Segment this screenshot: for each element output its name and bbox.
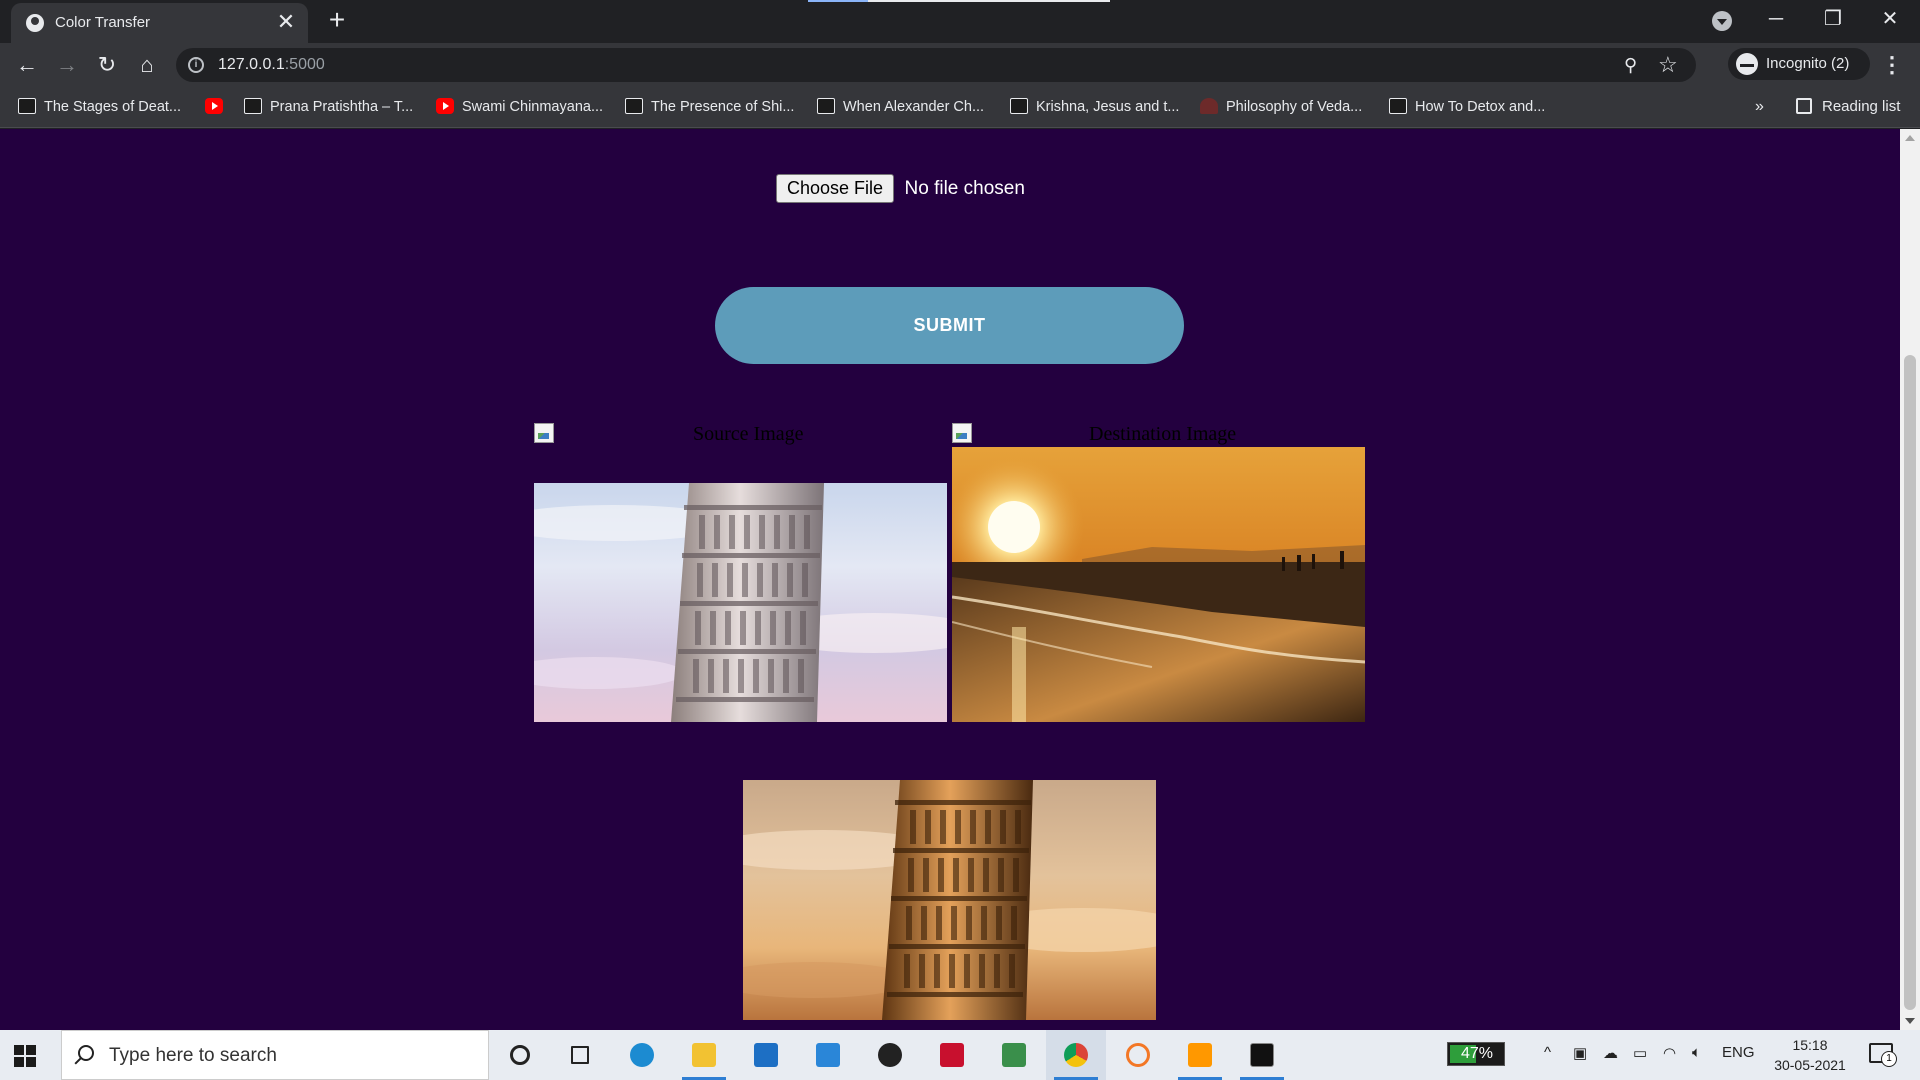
- close-tab-icon[interactable]: ✕: [274, 11, 298, 35]
- destination-image-placeholder: Destination Image: [952, 422, 1236, 446]
- windows-taskbar: Type here to search 47% ^ ▣ ☁ ▭ ◠ 🔈︎ ENG…: [0, 1030, 1920, 1080]
- result-tower-image: [743, 780, 1156, 1020]
- page-content: Choose File No file chosen SUBMIT Source…: [0, 129, 1900, 1030]
- address-bar[interactable]: i 127.0.0.1:5000 ⚲ ☆: [176, 48, 1696, 82]
- url-text[interactable]: 127.0.0.1:5000: [218, 56, 325, 74]
- taskbar-search-box[interactable]: Type here to search: [61, 1030, 489, 1080]
- tab-title: Color Transfer: [55, 14, 151, 31]
- battery-percent: 47%: [1460, 1045, 1494, 1062]
- reading-list-button[interactable]: Reading list: [1796, 95, 1900, 119]
- l-app-icon[interactable]: [798, 1030, 858, 1080]
- meet-now-icon[interactable]: ▣: [1573, 1044, 1587, 1062]
- broken-image-icon: [952, 423, 972, 443]
- terminal-icon[interactable]: [1232, 1030, 1292, 1080]
- broken-image-icon: [534, 423, 554, 443]
- scroll-thumb[interactable]: [1904, 355, 1916, 1010]
- battery-indicator[interactable]: 47%: [1447, 1042, 1505, 1066]
- volume-icon[interactable]: 🔈︎: [1692, 1044, 1701, 1061]
- file-input[interactable]: Choose File No file chosen: [776, 174, 1025, 204]
- home-button[interactable]: ⌂: [132, 50, 162, 80]
- mcafee-icon[interactable]: [922, 1030, 982, 1080]
- file-status: No file chosen: [904, 177, 1025, 199]
- window-close-button[interactable]: ✕: [1862, 0, 1918, 40]
- bookmarks-bar: The Stages of Deat... Prana Pratishtha –…: [0, 86, 1920, 128]
- minimize-button[interactable]: ─: [1748, 0, 1804, 40]
- bookmark-item[interactable]: The Presence of Shi...: [625, 95, 794, 119]
- more-bookmarks-chevron-icon[interactable]: »: [1755, 95, 1764, 119]
- notification-count: 1: [1881, 1051, 1897, 1067]
- tab-search-button[interactable]: [1712, 11, 1732, 31]
- submit-button[interactable]: SUBMIT: [715, 287, 1184, 364]
- zoom-icon[interactable]: ⚲: [1624, 55, 1644, 75]
- youtube-icon: [436, 98, 454, 114]
- scroll-down-arrow-icon[interactable]: [1905, 1018, 1915, 1024]
- browser-toolbar: ← → ↻ ⌂ i 127.0.0.1:5000 ⚲ ☆ Incognito (…: [0, 43, 1920, 86]
- tab-color-transfer[interactable]: Color Transfer ✕: [11, 3, 308, 43]
- search-placeholder: Type here to search: [109, 1045, 277, 1066]
- leaf-icon: [1200, 98, 1218, 114]
- restore-button[interactable]: ❐: [1805, 0, 1861, 40]
- reload-button[interactable]: ↻: [92, 50, 122, 80]
- snipping-tool-icon[interactable]: [984, 1030, 1044, 1080]
- scroll-up-arrow-icon[interactable]: [1905, 135, 1915, 141]
- sublime-text-icon[interactable]: [1170, 1030, 1230, 1080]
- incognito-icon: [1736, 53, 1758, 75]
- language-indicator[interactable]: ENG: [1722, 1044, 1755, 1061]
- bookmark-item[interactable]: Krishna, Jesus and t...: [1010, 95, 1179, 119]
- forward-button[interactable]: →: [52, 50, 82, 80]
- task-view-icon[interactable]: [550, 1030, 610, 1080]
- page-icon: [1010, 98, 1028, 114]
- loading-indicator: [808, 0, 1110, 2]
- incognito-label: Incognito (2): [1766, 55, 1850, 72]
- wifi-icon[interactable]: ◠: [1663, 1044, 1676, 1062]
- notifications-icon[interactable]: 1: [1869, 1043, 1897, 1067]
- page-icon: [18, 98, 36, 114]
- show-hidden-icons-icon[interactable]: ^: [1544, 1044, 1551, 1061]
- site-info-icon[interactable]: i: [188, 57, 204, 73]
- clock-time: 15:18: [1792, 1037, 1828, 1053]
- page-icon: [625, 98, 643, 114]
- page-icon: [244, 98, 262, 114]
- tab-strip: Color Transfer ✕ + ─ ❐ ✕: [0, 0, 1920, 43]
- choose-file-button[interactable]: Choose File: [776, 174, 895, 203]
- bookmark-item[interactable]: Swami Chinmayana...: [436, 95, 603, 119]
- search-icon: [78, 1045, 94, 1061]
- bookmark-item[interactable]: Philosophy of Veda...: [1200, 95, 1362, 119]
- onedrive-icon[interactable]: ☁: [1603, 1044, 1618, 1062]
- bookmark-item[interactable]: When Alexander Ch...: [817, 95, 984, 119]
- bookmark-item[interactable]: Prana Pratishtha – T...: [244, 95, 413, 119]
- edge-icon[interactable]: [612, 1030, 672, 1080]
- windows-start-icon[interactable]: [14, 1045, 36, 1067]
- bookmark-item[interactable]: The Stages of Deat...: [18, 95, 181, 119]
- bookmark-star-icon[interactable]: ☆: [1658, 52, 1682, 77]
- youtube-icon: [205, 98, 223, 114]
- bookmark-item[interactable]: How To Detox and...: [1389, 95, 1545, 119]
- globe-icon: [26, 14, 44, 32]
- xbox-icon[interactable]: [860, 1030, 920, 1080]
- chrome-icon[interactable]: [1046, 1030, 1106, 1080]
- new-tab-button[interactable]: +: [322, 6, 352, 36]
- clock[interactable]: 15:18 30-05-2021: [1765, 1035, 1855, 1075]
- incognito-profile-button[interactable]: Incognito (2): [1728, 48, 1870, 80]
- bookmark-item[interactable]: [205, 95, 231, 119]
- mail-icon[interactable]: [736, 1030, 796, 1080]
- back-button[interactable]: ←: [12, 50, 42, 80]
- page-icon: [817, 98, 835, 114]
- chrome-menu-icon[interactable]: ⋮: [1880, 50, 1904, 80]
- cortana-icon[interactable]: [490, 1030, 550, 1080]
- jupyter-icon[interactable]: [1108, 1030, 1168, 1080]
- vertical-scrollbar[interactable]: [1900, 129, 1920, 1030]
- destination-beach-image: [952, 447, 1365, 722]
- clock-date: 30-05-2021: [1774, 1057, 1846, 1073]
- page-icon: [1389, 98, 1407, 114]
- file-explorer-icon[interactable]: [674, 1030, 734, 1080]
- reading-list-icon: [1796, 98, 1812, 114]
- source-tower-image: [534, 483, 947, 722]
- battery-saver-icon[interactable]: ▭: [1633, 1044, 1647, 1062]
- source-image-placeholder: Source Image: [534, 422, 804, 446]
